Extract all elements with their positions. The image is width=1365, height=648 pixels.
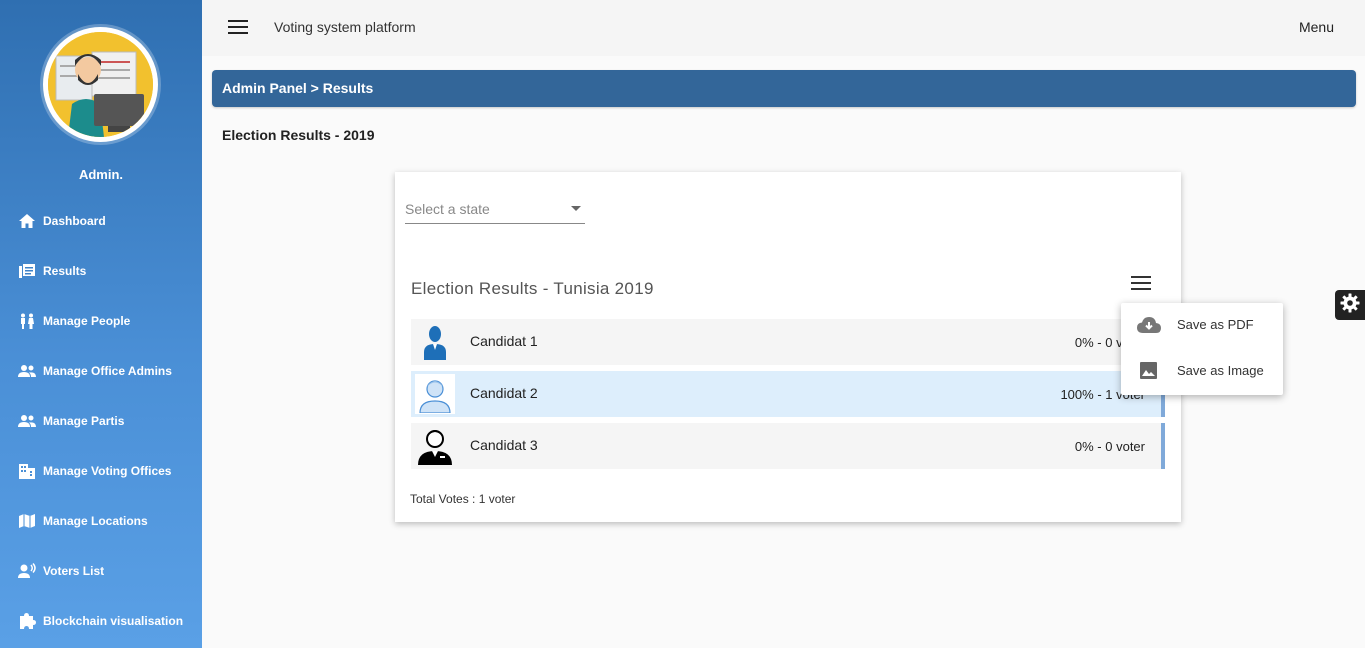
candidate-avatar-icon [415, 426, 455, 466]
sidebar-item-manage-office-admins[interactable]: Manage Office Admins [0, 346, 202, 396]
sidebar-item-label: Voters List [43, 564, 105, 578]
chart-menu-icon[interactable] [1131, 276, 1151, 292]
save-as-image-label: Save as Image [1177, 363, 1264, 378]
voice-icon [17, 562, 37, 580]
gear-icon [1340, 293, 1360, 318]
sidebar-item-label: Manage People [43, 314, 131, 328]
candidate-row[interactable]: Candidat 2 100% - 1 voter [411, 371, 1165, 417]
settings-button[interactable] [1335, 290, 1365, 320]
candidate-result: 0% - 0 voter [1074, 439, 1145, 454]
sidebar-item-label: Blockchain visualisation [43, 614, 184, 628]
cloud-download-icon [1137, 315, 1161, 335]
image-icon [1137, 361, 1159, 381]
sidebar-item-manage-voting-offices[interactable]: Manage Voting Offices [0, 446, 202, 496]
sidebar: Admin. Dashboard Results Manage People M… [0, 0, 202, 648]
group-icon [17, 362, 37, 380]
results-card: Select a state Election Results - Tunisi… [395, 172, 1181, 522]
sidebar-item-label: Manage Locations [43, 514, 148, 528]
candidate-row[interactable]: Candidat 3 0% - 0 voter [411, 423, 1165, 469]
map-icon [17, 512, 37, 530]
candidate-name: Candidat 2 [470, 385, 538, 401]
sidebar-nav: Dashboard Results Manage People Manage O… [0, 196, 202, 646]
sidebar-item-manage-partis[interactable]: Manage Partis [0, 396, 202, 446]
candidate-list: Candidat 1 0% - 0 voter Candidat 2 100% … [411, 319, 1165, 475]
sidebar-item-blockchain-visualisation[interactable]: Blockchain visualisation [0, 596, 202, 646]
app-title: Voting system platform [274, 19, 416, 35]
sidebar-item-label: Dashboard [43, 214, 106, 228]
sidebar-item-label: Manage Voting Offices [43, 464, 172, 478]
sidebar-item-manage-locations[interactable]: Manage Locations [0, 496, 202, 546]
sidebar-item-dashboard[interactable]: Dashboard [0, 196, 202, 246]
sidebar-item-results[interactable]: Results [0, 246, 202, 296]
page-title: Election Results - 2019 [222, 127, 375, 143]
save-as-image-button[interactable]: Save as Image [1121, 349, 1283, 395]
candidate-avatar-icon [415, 374, 455, 414]
state-select[interactable]: Select a state [405, 198, 585, 224]
sidebar-item-label: Manage Office Admins [43, 364, 172, 378]
avatar [43, 27, 158, 142]
dropdown-arrow-icon [571, 206, 581, 211]
candidate-name: Candidat 1 [470, 333, 538, 349]
breadcrumb: Admin Panel > Results [212, 70, 1356, 107]
state-select-placeholder: Select a state [405, 201, 490, 217]
candidate-row[interactable]: Candidat 1 0% - 0 voter [411, 319, 1165, 365]
save-as-pdf-label: Save as PDF [1177, 317, 1254, 332]
chart-title: Election Results - Tunisia 2019 [411, 279, 654, 298]
candidate-name: Candidat 3 [470, 437, 538, 453]
people-icon [17, 312, 37, 330]
menu-button[interactable]: Menu [1299, 19, 1334, 35]
admin-name: Admin. [78, 167, 124, 182]
group-icon [17, 412, 37, 430]
sidebar-item-voters-list[interactable]: Voters List [0, 546, 202, 596]
admin-avatar-illustration [48, 32, 153, 137]
building-icon [17, 462, 37, 480]
save-as-pdf-button[interactable]: Save as PDF [1121, 303, 1283, 349]
export-menu: Save as PDF Save as Image [1121, 303, 1283, 395]
sidebar-item-label: Manage Partis [43, 414, 125, 428]
list-icon [17, 262, 37, 280]
hamburger-menu-icon[interactable] [228, 20, 248, 36]
total-votes: Total Votes : 1 voter [410, 492, 516, 506]
top-bar: Voting system platform Menu [202, 0, 1365, 56]
sidebar-item-label: Results [43, 264, 87, 278]
candidate-avatar-icon [415, 322, 455, 362]
home-icon [17, 212, 37, 230]
puzzle-icon [17, 612, 37, 630]
sidebar-item-manage-people[interactable]: Manage People [0, 296, 202, 346]
